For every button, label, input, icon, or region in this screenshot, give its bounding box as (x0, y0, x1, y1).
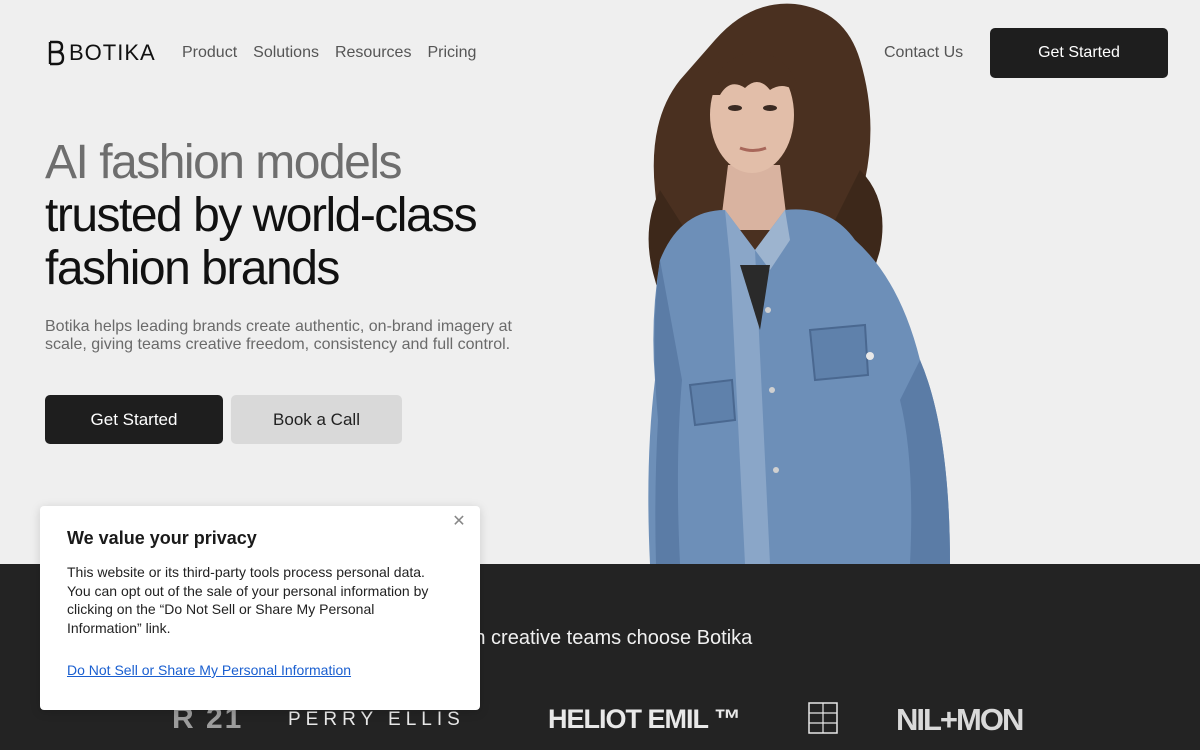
brand-logo-nil-mon: NIL+MON (896, 702, 1024, 737)
botika-logo-icon (48, 40, 65, 66)
logo-text: BOTIKA (69, 40, 156, 65)
headline-line-1: AI fashion models (45, 136, 403, 189)
do-not-sell-link[interactable]: Do Not Sell or Share My Personal Informa… (67, 662, 351, 678)
hero-section: BOTIKA Product Solutions Resources Prici… (0, 0, 1200, 564)
cookie-body-text: This website or its third-party tools pr… (67, 564, 429, 636)
contact-us-link[interactable]: Contact Us (884, 44, 963, 62)
header-get-started-button[interactable]: Get Started (990, 28, 1168, 78)
hero-headline: AI fashion models trusted by world-class… (45, 136, 478, 295)
headline-line-3: fashion brands (45, 242, 340, 295)
botika-logo[interactable]: BOTIKA (47, 40, 156, 66)
book-a-call-button[interactable]: Book a Call (231, 395, 402, 444)
headline-line-2: trusted by world-class (45, 189, 478, 242)
close-icon[interactable]: ✕ (452, 514, 466, 530)
nav-item-pricing[interactable]: Pricing (427, 44, 476, 62)
main-nav: Product Solutions Resources Pricing (182, 44, 476, 62)
hero-get-started-button[interactable]: Get Started (45, 395, 223, 444)
hero-subtext: Botika helps leading brands create authe… (45, 318, 512, 353)
nav-item-product[interactable]: Product (182, 44, 237, 62)
cookie-title: We value your privacy (67, 528, 257, 548)
brand-logo-la-redoute (808, 702, 838, 734)
nav-item-solutions[interactable]: Solutions (253, 44, 319, 62)
brand-logo-perry-ellis: PERRY ELLIS (288, 709, 465, 730)
cookie-consent-banner: ✕ We value your privacy This website or … (40, 506, 480, 710)
model-photo (648, 3, 950, 564)
brand-logo-heliot-emil: HELIOT EMIL ™ (548, 704, 741, 734)
nav-item-resources[interactable]: Resources (335, 44, 411, 62)
